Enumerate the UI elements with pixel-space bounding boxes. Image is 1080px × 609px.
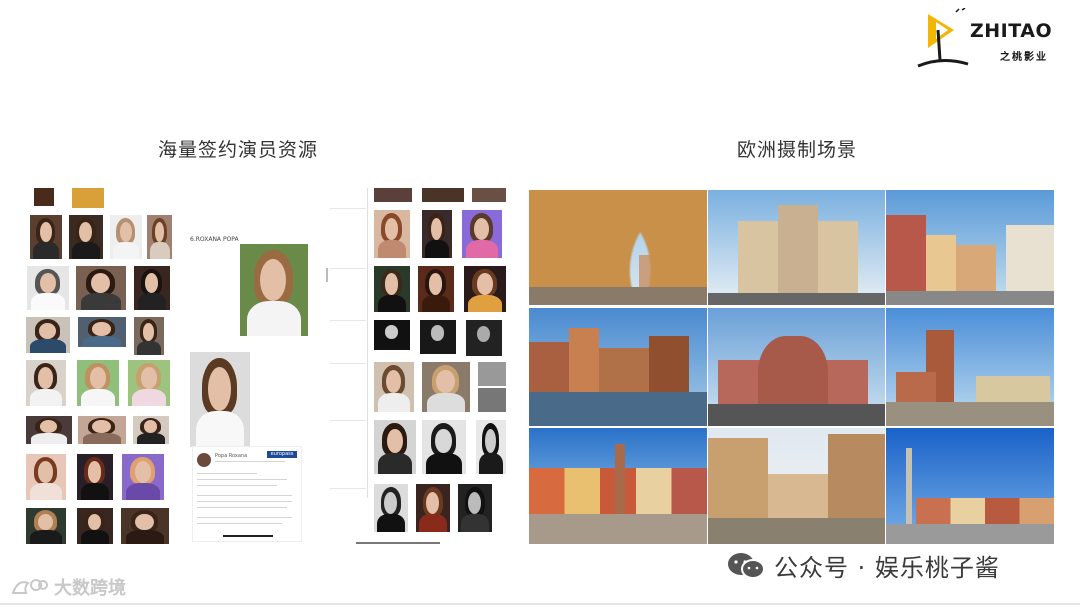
resume-name-heading: 6.ROXANA POPA (190, 236, 239, 243)
actor-photo (422, 210, 452, 258)
right-section-title: 欧洲摄制场景 (737, 139, 858, 161)
actor-photo (34, 188, 54, 206)
secondary-watermark: 大数跨境 (10, 574, 126, 600)
actor-photo (462, 210, 502, 258)
actor-photo (128, 360, 170, 406)
resume-headshot-photo (190, 352, 250, 447)
scene-riverside-photo (529, 308, 707, 426)
actor-photo (26, 508, 66, 544)
actor-photo (458, 484, 492, 532)
actor-photo (78, 416, 126, 444)
actor-photo (72, 188, 104, 208)
zhitao-logo: ZHITAO 之桃影业 (912, 8, 1072, 74)
actor-photo (122, 454, 164, 500)
actor-photo (374, 320, 410, 350)
actor-photo (134, 317, 164, 355)
actor-photo (26, 360, 66, 406)
actor-photo (374, 420, 416, 474)
bird-logo-icon (11, 579, 48, 594)
actor-photo (374, 188, 412, 202)
resume-portrait-photo (240, 244, 308, 336)
scene-baroque-street-photo (708, 428, 885, 544)
scene-main-square-photo (886, 308, 1054, 426)
actor-photo (77, 360, 119, 406)
europass-badge: europass (267, 451, 297, 458)
actor-photo (374, 210, 410, 258)
bottom-divider (0, 603, 1080, 605)
actor-photo (374, 484, 408, 532)
scene-market-square-photo (529, 428, 707, 544)
scene-palace-photo (708, 190, 885, 305)
actor-photo (77, 454, 113, 500)
actor-photo (478, 362, 506, 386)
actor-photo (418, 266, 454, 312)
scene-old-street-photo (886, 190, 1054, 305)
actor-photo (374, 266, 410, 312)
actor-photo (422, 188, 464, 202)
actor-photo (26, 416, 72, 444)
actor-photo (476, 420, 506, 474)
cv-name: Popa Roxana (215, 453, 248, 459)
document-footer-line (356, 542, 440, 544)
wechat-account-text: 公众号 · 娱乐桃子酱 (774, 554, 1000, 582)
avatar (197, 453, 211, 467)
actor-photo (121, 508, 169, 544)
actor-photo (420, 320, 456, 354)
wechat-icon (726, 551, 766, 581)
actor-photo (110, 215, 142, 259)
secondary-watermark-text: 大数跨境 (54, 578, 126, 599)
actor-photo (26, 454, 66, 500)
portfolio-index-column (330, 188, 368, 498)
actor-photo (422, 362, 470, 412)
actor-photo (76, 266, 126, 310)
actor-photo (78, 317, 126, 347)
actor-photo (422, 420, 466, 474)
actor-photo (77, 508, 113, 544)
actor-photo (464, 266, 506, 312)
logo-subtitle: 之桃影业 (1000, 52, 1048, 63)
logo-text: ZHITAO (970, 20, 1053, 42)
actor-photo (133, 416, 169, 444)
actor-photo (472, 188, 506, 202)
scene-grand-station-photo (708, 308, 885, 426)
actor-photo (30, 215, 62, 259)
actor-photo (26, 317, 70, 353)
actor-resume-page: 6.ROXANA POPA Popa Roxana europass (188, 214, 318, 544)
actor-photo (147, 215, 172, 259)
scene-castle-square-photo (886, 428, 1054, 544)
actor-photo (416, 484, 450, 532)
tree-film-logo-icon (917, 8, 969, 68)
actor-photo (466, 320, 502, 356)
wechat-account-watermark: 公众号 · 娱乐桃子酱 (726, 548, 1000, 583)
actor-photo (27, 266, 69, 310)
actor-photo (134, 266, 170, 310)
actor-photo (478, 388, 506, 412)
europass-cv-card: Popa Roxana europass (192, 446, 302, 542)
actor-photo (374, 362, 414, 412)
scroll-marker (326, 268, 328, 282)
scene-arcade-square-photo (529, 190, 707, 305)
actor-photo (69, 215, 103, 259)
left-section-title: 海量签约演员资源 (158, 139, 319, 161)
